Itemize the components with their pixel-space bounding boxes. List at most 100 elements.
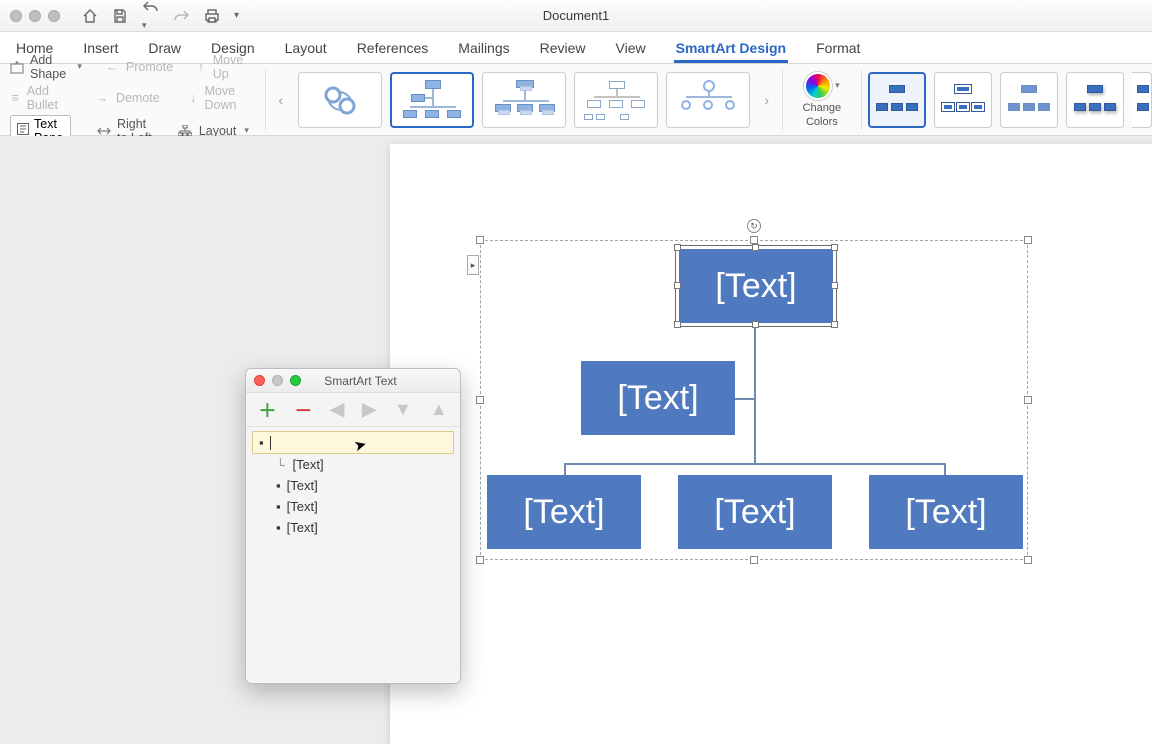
add-shape-label: Add Shape	[30, 53, 69, 81]
document-area: ↻ ▸ [Text] [Text]	[0, 136, 1152, 720]
arrow-right-icon: →	[94, 90, 110, 106]
outline-text: [Text]	[287, 499, 318, 514]
pane-add-icon[interactable]: ＋	[258, 397, 276, 423]
style-option-5[interactable]	[1132, 72, 1152, 128]
pane-outline-list: ▪ └[Text] ▪[Text] ▪[Text] ▪[Text]	[246, 427, 460, 542]
outline-text: [Text]	[287, 478, 318, 493]
change-colors-button[interactable]: ▾ Change Colors	[803, 72, 842, 128]
tab-layout[interactable]: Layout	[283, 34, 329, 63]
resize-handle-n[interactable]	[750, 236, 758, 244]
tab-mailings[interactable]: Mailings	[456, 34, 511, 63]
resize-handle-e[interactable]	[1024, 396, 1032, 404]
tab-references[interactable]: References	[355, 34, 431, 63]
chevron-down-icon: ▾	[77, 61, 82, 72]
resize-handle-se[interactable]	[1024, 556, 1032, 564]
smartart-node-top[interactable]: [Text]	[679, 249, 833, 323]
promote-button[interactable]: ← Promote	[104, 53, 173, 81]
save-icon[interactable]	[112, 8, 128, 24]
chevron-down-icon: ▾	[244, 125, 249, 136]
tab-format[interactable]: Format	[814, 34, 862, 63]
styles-gallery	[868, 72, 1152, 128]
style-option-4[interactable]	[1066, 72, 1124, 128]
layouts-gallery: ‹	[272, 72, 776, 128]
outline-item-4[interactable]: ▪[Text]	[252, 517, 454, 538]
tab-smartart-design[interactable]: SmartArt Design	[674, 34, 788, 63]
smartart-node-child-1[interactable]: [Text]	[487, 475, 641, 549]
gallery-prev-button[interactable]: ‹	[272, 72, 290, 128]
arrow-left-icon: ←	[104, 59, 120, 75]
outline-item-2[interactable]: ▪[Text]	[252, 475, 454, 496]
move-up-button[interactable]: ↑Move Up	[195, 53, 249, 81]
style-option-1[interactable]	[868, 72, 926, 128]
minimize-window-icon[interactable]	[29, 10, 41, 22]
arrow-up-icon: ↑	[195, 59, 207, 75]
pane-title: SmartArt Text	[261, 374, 460, 388]
move-down-label: Move Down	[204, 84, 248, 112]
tab-view[interactable]: View	[614, 34, 648, 63]
resize-handle-sw[interactable]	[476, 556, 484, 564]
print-icon[interactable]	[204, 8, 220, 24]
assistant-indent-icon: └	[276, 458, 285, 472]
smartart-node-child-2[interactable]: [Text]	[678, 475, 832, 549]
undo-icon[interactable]: ▾	[142, 0, 160, 33]
outline-text: [Text]	[293, 457, 324, 472]
pane-toolbar: ＋ － ◀ ▶ ▼ ▲	[246, 393, 460, 427]
close-window-icon[interactable]	[10, 10, 22, 22]
layout-option-1[interactable]	[298, 72, 382, 128]
outline-item-3[interactable]: ▪[Text]	[252, 496, 454, 517]
pane-promote-icon[interactable]: ◀	[330, 399, 344, 420]
smartart-text-pane[interactable]: SmartArt Text ＋ － ◀ ▶ ▼ ▲ ▪ └[Text] ▪[Te…	[245, 368, 461, 684]
resize-handle-ne[interactable]	[1024, 236, 1032, 244]
home-icon[interactable]	[82, 8, 98, 24]
change-colors-label-2: Colors	[806, 116, 838, 128]
document-page[interactable]: ↻ ▸ [Text] [Text]	[390, 144, 1152, 744]
pane-movedown-icon[interactable]: ▼	[394, 399, 412, 420]
pane-demote-icon[interactable]: ▶	[362, 399, 376, 420]
smartart-frame[interactable]: ↻ ▸ [Text] [Text]	[480, 240, 1028, 560]
smartart-node-assistant[interactable]: [Text]	[581, 361, 735, 435]
outline-text: [Text]	[287, 520, 318, 535]
node-text: [Text]	[714, 493, 795, 532]
zoom-window-icon[interactable]	[48, 10, 60, 22]
node-text: [Text]	[715, 267, 796, 306]
resize-handle-w[interactable]	[476, 396, 484, 404]
customize-qat-icon[interactable]: ▾	[234, 10, 239, 21]
change-colors-label-1: Change	[803, 102, 842, 114]
layout-option-4[interactable]	[574, 72, 658, 128]
resize-handle-s[interactable]	[750, 556, 758, 564]
outline-item-0[interactable]: ▪	[252, 431, 454, 454]
layout-option-5[interactable]	[666, 72, 750, 128]
ribbon: Add Shape▾ ←Promote ↑Move Up ≡Add Bullet…	[0, 64, 1152, 136]
outline-item-1[interactable]: └ [Text]	[252, 454, 454, 475]
add-shape-icon	[10, 59, 24, 75]
window-controls	[10, 10, 60, 22]
connector	[564, 463, 566, 475]
redo-icon[interactable]	[174, 8, 190, 24]
style-option-3[interactable]	[1000, 72, 1058, 128]
tab-review[interactable]: Review	[538, 34, 588, 63]
ribbon-divider	[265, 70, 266, 130]
layout-option-3[interactable]	[482, 72, 566, 128]
demote-button[interactable]: → Demote	[94, 84, 160, 112]
connector	[564, 463, 946, 465]
add-shape-button[interactable]: Add Shape ▾	[10, 53, 82, 81]
layout-option-2[interactable]	[390, 72, 474, 128]
pane-remove-icon[interactable]: －	[294, 397, 312, 423]
pane-moveup-icon[interactable]: ▲	[430, 399, 448, 420]
ribbon-divider	[861, 70, 862, 130]
connector	[754, 323, 756, 463]
pane-titlebar[interactable]: SmartArt Text	[246, 369, 460, 393]
smartart-node-child-3[interactable]: [Text]	[869, 475, 1023, 549]
move-down-button[interactable]: ↓Move Down	[188, 84, 249, 112]
promote-label: Promote	[126, 60, 173, 74]
demote-label: Demote	[116, 91, 160, 105]
gallery-next-button[interactable]: ›	[758, 72, 776, 128]
titlebar: ▾ ▾ Document1	[0, 0, 1152, 32]
resize-handle-nw[interactable]	[476, 236, 484, 244]
color-wheel-icon	[804, 72, 832, 100]
rotate-handle[interactable]: ↻	[747, 219, 761, 233]
style-option-2[interactable]	[934, 72, 992, 128]
text-pane-toggle[interactable]: ▸	[467, 255, 479, 275]
chevron-down-icon: ▾	[835, 80, 840, 91]
add-bullet-button[interactable]: ≡Add Bullet	[10, 84, 65, 112]
